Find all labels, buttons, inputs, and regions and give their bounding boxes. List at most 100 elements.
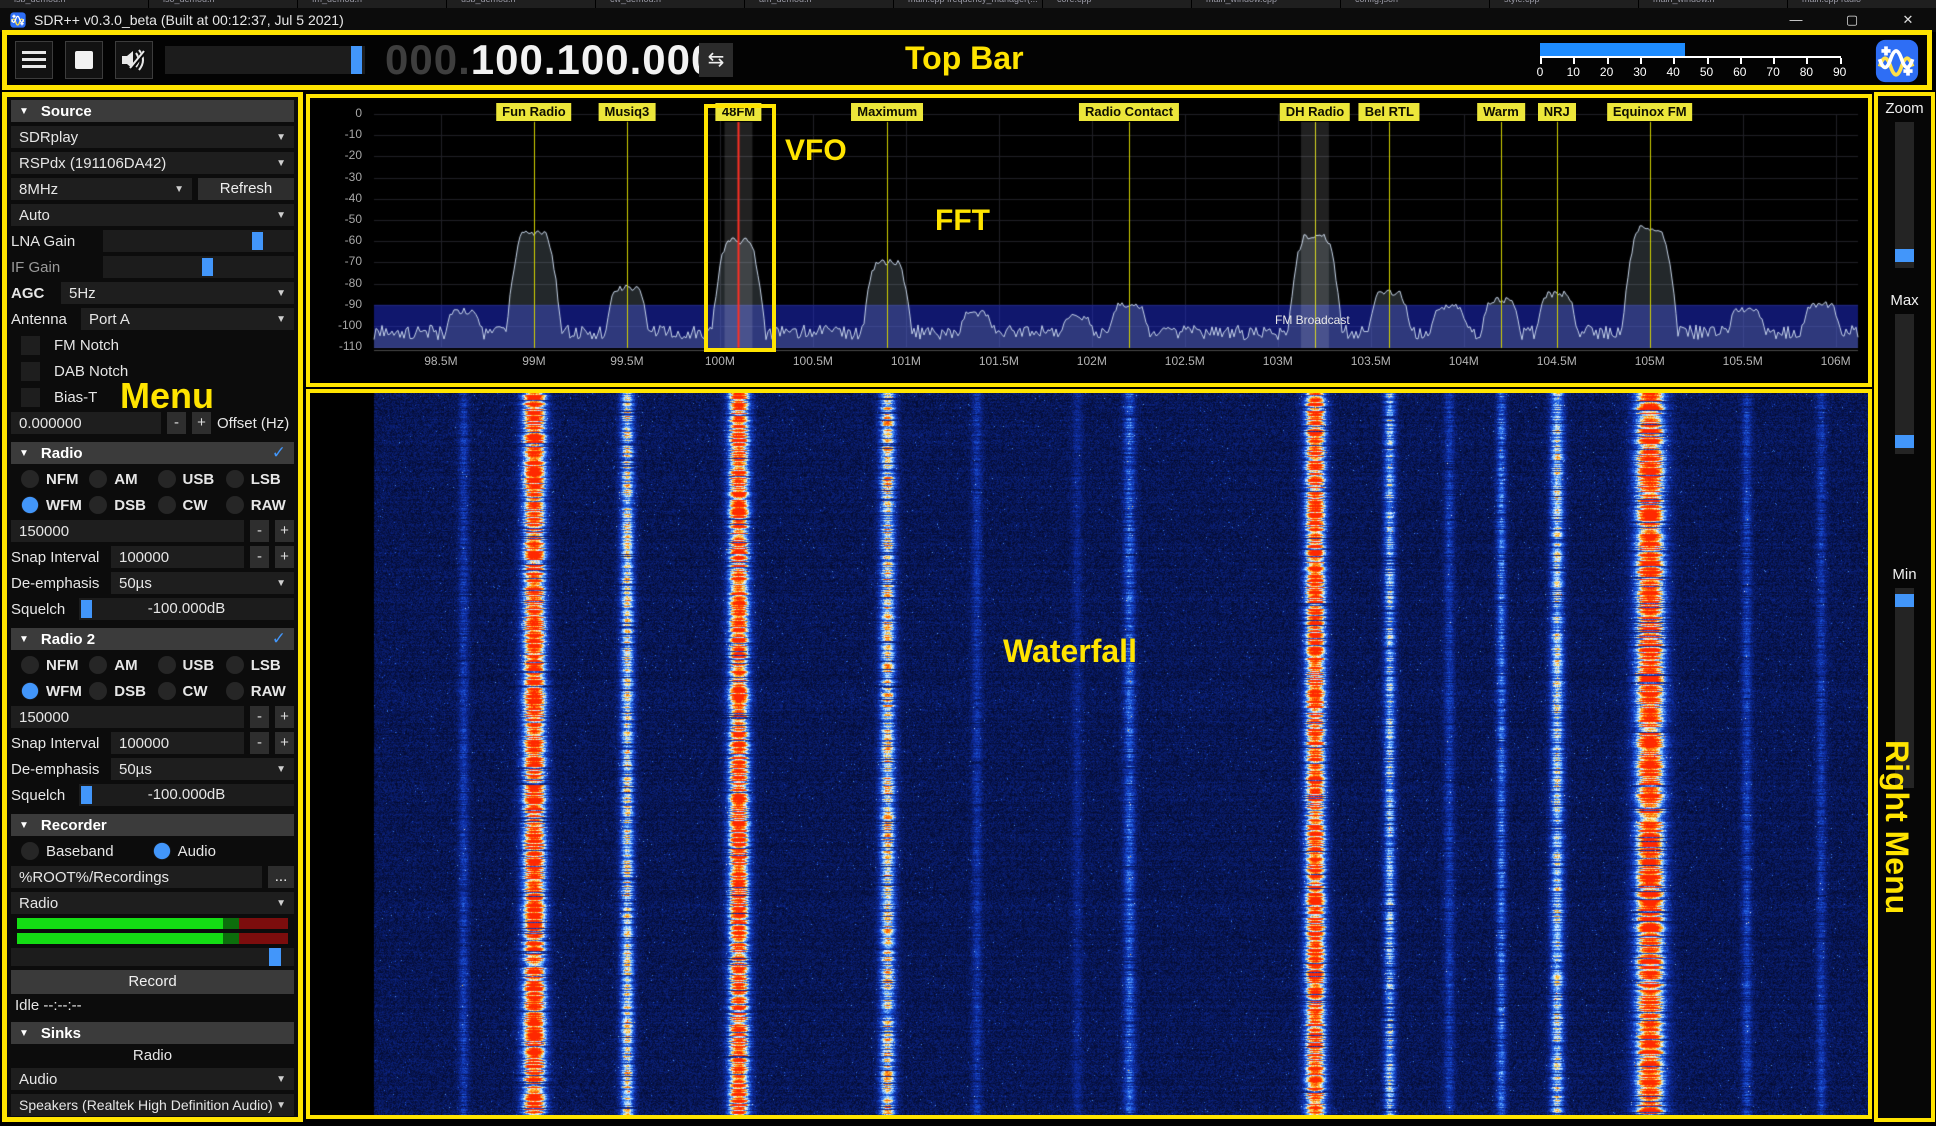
module-enabled-checkbox[interactable]: ✓ (272, 629, 286, 649)
audio-device-dropdown[interactable]: Speakers (Realtek High Definition Audio)… (11, 1094, 294, 1116)
sinks-section-header[interactable]: ▼ Sinks (11, 1022, 294, 1044)
mode-am[interactable]: AM (89, 654, 157, 676)
snap-interval-input[interactable]: 100000 (111, 546, 244, 568)
mode-lsb[interactable]: LSB (226, 654, 294, 676)
editor-tab[interactable]: main_window.h (1639, 0, 1788, 8)
radio-section-header[interactable]: ▼ Radio ✓ (11, 442, 294, 464)
source-section-header[interactable]: ▼ Source (11, 100, 294, 122)
mode-dsb[interactable]: DSB (89, 494, 157, 516)
fm-notch-checkbox[interactable] (21, 336, 40, 355)
close-button[interactable]: ✕ (1880, 8, 1936, 32)
mode-nfm[interactable]: NFM (21, 654, 89, 676)
slider-handle[interactable] (269, 948, 281, 966)
slider-handle[interactable] (1895, 435, 1914, 448)
mute-button[interactable] (115, 41, 153, 79)
editor-tab[interactable]: fm_demod.h (298, 0, 447, 8)
dab-notch-checkbox[interactable] (21, 362, 40, 381)
slider-handle[interactable] (202, 258, 213, 276)
fft-canvas[interactable] (310, 98, 1868, 383)
bias-t-checkbox[interactable] (21, 388, 40, 407)
max-slider[interactable] (1895, 314, 1914, 454)
station-label[interactable]: Fun Radio (496, 103, 572, 121)
bandwidth-input[interactable]: 150000 (11, 520, 244, 542)
zoom-slider[interactable] (1895, 122, 1914, 268)
editor-tab[interactable]: iso_demod.h (149, 0, 298, 8)
mode-nfm[interactable]: NFM (21, 468, 89, 490)
minimize-button[interactable]: — (1768, 8, 1824, 32)
volume-slider-handle[interactable] (351, 46, 362, 74)
slider-handle[interactable] (1895, 249, 1914, 262)
recorder-stream-dropdown[interactable]: Radio ▼ (11, 892, 294, 914)
bandwidth-increment-button[interactable]: + (275, 706, 294, 728)
station-label[interactable]: Bel RTL (1359, 103, 1420, 121)
editor-tab[interactable]: style.cpp (1490, 0, 1639, 8)
refresh-button[interactable]: Refresh (198, 178, 294, 200)
editor-tab[interactable]: config.json (1341, 0, 1490, 8)
squelch-slider[interactable]: -100.000dB (79, 784, 294, 806)
bandwidth-input[interactable]: 150000 (11, 706, 244, 728)
lna-gain-slider[interactable] (103, 230, 294, 252)
mode-cw[interactable]: CW (158, 680, 226, 702)
editor-tab[interactable]: usb_demod.h (447, 0, 596, 8)
radio2-section-header[interactable]: ▼ Radio 2 ✓ (11, 628, 294, 650)
if-gain-slider[interactable] (103, 256, 294, 278)
volume-slider[interactable] (165, 46, 365, 74)
waterfall-canvas[interactable] (310, 393, 1868, 1115)
editor-tab[interactable]: main.cpp radio (1788, 0, 1936, 8)
mode-lsb[interactable]: LSB (226, 468, 294, 490)
deemphasis-dropdown[interactable]: 50µs ▼ (111, 572, 294, 594)
slider-handle[interactable] (1895, 594, 1914, 607)
sink-type-dropdown[interactable]: Audio ▼ (11, 1068, 294, 1090)
squelch-slider[interactable]: -100.000dB (79, 598, 294, 620)
editor-tab[interactable]: cw_demod.h (596, 0, 745, 8)
stop-button[interactable] (65, 41, 103, 79)
agc-mode-dropdown[interactable]: Auto ▼ (11, 204, 294, 226)
module-enabled-checkbox[interactable]: ✓ (272, 443, 286, 463)
mode-dsb[interactable]: DSB (89, 680, 157, 702)
slider-handle[interactable] (252, 232, 263, 250)
bandwidth-decrement-button[interactable]: - (250, 706, 269, 728)
frequency-display[interactable]: 000.100.100.000 (385, 35, 715, 85)
mode-wfm[interactable]: WFM (21, 494, 89, 516)
mode-raw[interactable]: RAW (226, 494, 294, 516)
record-button[interactable]: Record (11, 970, 294, 994)
station-label[interactable]: Radio Contact (1079, 103, 1179, 121)
station-label[interactable]: Warm (1477, 103, 1525, 121)
recorder-mode-baseband[interactable]: Baseband (21, 842, 147, 860)
station-label[interactable]: Equinox FM (1607, 103, 1693, 121)
station-label[interactable]: Maximum (851, 103, 923, 121)
recording-path-input[interactable]: %ROOT%/Recordings (11, 866, 262, 888)
bandwidth-dropdown[interactable]: 8MHz ▼ (11, 178, 192, 200)
editor-tab[interactable]: main_window.cpp (1192, 0, 1341, 8)
editor-tab[interactable]: lsb_demod.h (0, 0, 149, 8)
device-dropdown[interactable]: RSPdx (191106DA42) ▼ (11, 152, 294, 174)
mode-usb[interactable]: USB (158, 468, 226, 490)
editor-tab[interactable]: main.cpp frequency_manager(... (894, 0, 1043, 8)
station-label[interactable]: NRJ (1538, 103, 1576, 121)
bandwidth-increment-button[interactable]: + (275, 520, 294, 542)
deemphasis-dropdown[interactable]: 50µs ▼ (111, 758, 294, 780)
mode-wfm[interactable]: WFM (21, 680, 89, 702)
recorder-section-header[interactable]: ▼ Recorder (11, 814, 294, 836)
maximize-button[interactable]: ▢ (1824, 8, 1880, 32)
mode-cw[interactable]: CW (158, 494, 226, 516)
snap-decrement-button[interactable]: - (250, 546, 269, 568)
editor-tab[interactable]: core.cpp (1043, 0, 1192, 8)
station-label[interactable]: Musiq3 (599, 103, 656, 121)
mode-usb[interactable]: USB (158, 654, 226, 676)
mode-raw[interactable]: RAW (226, 680, 294, 702)
recorder-volume-slider[interactable] (11, 948, 294, 966)
menu-toggle-button[interactable] (15, 41, 53, 79)
frequency-swap-button[interactable]: ⇆ (699, 43, 733, 77)
snap-interval-input[interactable]: 100000 (111, 732, 244, 754)
snap-increment-button[interactable]: + (275, 732, 294, 754)
antenna-dropdown[interactable]: Port A ▼ (81, 308, 294, 330)
browse-button[interactable]: ... (268, 866, 294, 888)
agc-rate-dropdown[interactable]: 5Hz ▼ (61, 282, 294, 304)
editor-tab[interactable]: am_demod.h (745, 0, 894, 8)
bandwidth-decrement-button[interactable]: - (250, 520, 269, 542)
mode-am[interactable]: AM (89, 468, 157, 490)
source-type-dropdown[interactable]: SDRplay ▼ (11, 126, 294, 148)
recorder-mode-audio[interactable]: Audio (153, 842, 216, 860)
station-label[interactable]: DH Radio (1280, 103, 1351, 121)
